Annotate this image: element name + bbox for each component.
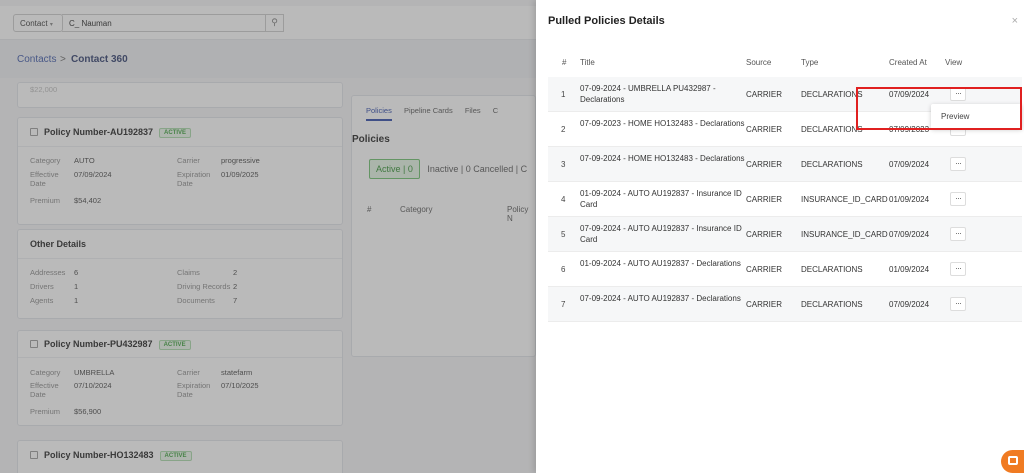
row-num: 5	[561, 230, 566, 239]
row-num: 6	[561, 265, 566, 274]
row-title: 01-09-2024 - AUTO AU192837 - Insurance I…	[580, 189, 742, 209]
row-num: 2	[561, 125, 566, 134]
drawer-title: Pulled Policies Details	[548, 15, 665, 27]
row-source: CARRIER	[746, 300, 783, 309]
row-type: DECLARATIONS	[801, 125, 863, 134]
col-view: View	[945, 58, 963, 67]
row-source: CARRIER	[746, 125, 783, 134]
chat-launcher-button[interactable]	[1001, 450, 1024, 473]
col-source: Source	[746, 58, 772, 67]
row-source: CARRIER	[746, 160, 783, 169]
row-title: 07-09-2023 - HOME HO132483 - Declaration…	[580, 119, 745, 128]
row-created: 07/09/2024	[889, 160, 930, 169]
row-num: 3	[561, 160, 566, 169]
row-title: 01-09-2024 - AUTO AU192837 - Declaration…	[580, 259, 741, 268]
more-options-button[interactable]: ···	[950, 157, 966, 171]
row-type: DECLARATIONS	[801, 265, 863, 274]
row-title: 07-09-2024 - UMBRELLA PU432987 - Declara…	[580, 84, 716, 104]
row-type: DECLARATIONS	[801, 160, 863, 169]
table-row: 4 01-09-2024 - AUTO AU192837 - Insurance…	[548, 182, 1022, 217]
col-title: Title	[580, 58, 595, 67]
row-num: 4	[561, 195, 566, 204]
col-type: Type	[801, 58, 819, 67]
row-type: DECLARATIONS	[801, 90, 863, 99]
table-row: 5 07-09-2024 - AUTO AU192837 - Insurance…	[548, 217, 1022, 252]
row-type: DECLARATIONS	[801, 300, 863, 309]
row-created: 07/09/2024	[889, 300, 930, 309]
row-source: CARRIER	[746, 265, 783, 274]
pulled-policies-drawer: Pulled Policies Details × # Title Source…	[536, 0, 1024, 473]
row-source: CARRIER	[746, 90, 783, 99]
row-title: 07-09-2024 - AUTO AU192837 - Insurance I…	[580, 224, 742, 244]
row-source: CARRIER	[746, 195, 783, 204]
annotation-highlight-box	[856, 87, 1022, 130]
table-row: 3 07-09-2024 - HOME HO132483 - Declarati…	[548, 147, 1022, 182]
table-row: 7 07-09-2024 - AUTO AU192837 - Declarati…	[548, 287, 1022, 322]
row-num: 7	[561, 300, 566, 309]
more-options-button[interactable]: ···	[950, 297, 966, 311]
row-created: 01/09/2024	[889, 195, 930, 204]
more-options-button[interactable]: ···	[950, 192, 966, 206]
row-created: 01/09/2024	[889, 265, 930, 274]
row-type: INSURANCE_ID_CARD	[801, 195, 888, 204]
col-num: #	[562, 58, 567, 67]
more-options-button[interactable]: ···	[950, 262, 966, 276]
row-source: CARRIER	[746, 230, 783, 239]
row-type: INSURANCE_ID_CARD	[801, 230, 888, 239]
col-created: Created At	[889, 58, 927, 67]
modal-backdrop[interactable]	[0, 0, 536, 473]
more-options-button[interactable]: ···	[950, 227, 966, 241]
row-title: 07-09-2024 - HOME HO132483 - Declaration…	[580, 154, 745, 163]
row-num: 1	[561, 90, 566, 99]
row-created: 07/09/2024	[889, 230, 930, 239]
row-title: 07-09-2024 - AUTO AU192837 - Declaration…	[580, 294, 741, 303]
chat-icon	[1008, 456, 1018, 465]
close-icon[interactable]: ×	[1012, 15, 1018, 27]
table-row: 6 01-09-2024 - AUTO AU192837 - Declarati…	[548, 252, 1022, 287]
